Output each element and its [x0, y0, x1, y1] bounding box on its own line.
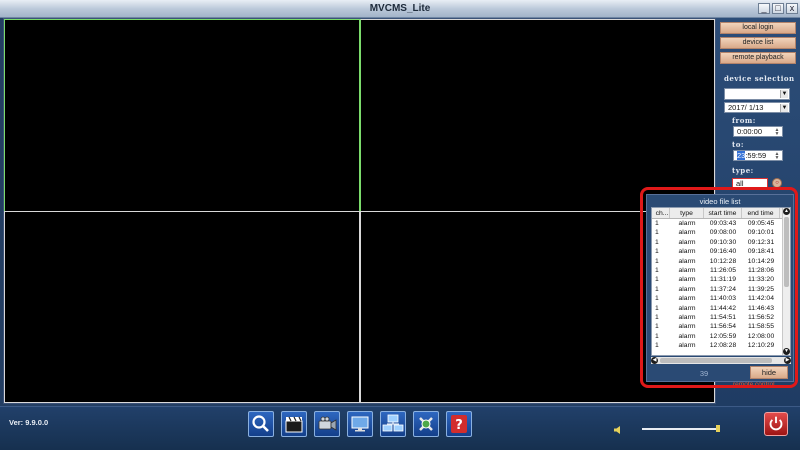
camera-button[interactable] [314, 411, 340, 437]
from-label: from: [732, 116, 756, 125]
type-label: type: [732, 166, 754, 175]
network-button[interactable] [380, 411, 406, 437]
clapperboard-icon [285, 416, 303, 433]
monitor-icon [351, 416, 369, 432]
highlight-frame [640, 187, 798, 388]
from-time-field[interactable]: 0:00:00 ▲ ▼ [733, 126, 783, 137]
version-label: Ver: 9.9.0.0 [9, 418, 49, 427]
settings-button[interactable] [413, 411, 439, 437]
settings-icon [419, 417, 433, 431]
minimize-button[interactable]: _ [758, 3, 770, 14]
device-list-button[interactable]: device list [720, 37, 796, 49]
spinner-icon[interactable]: ▲ ▼ [773, 128, 781, 137]
power-icon [769, 416, 783, 431]
spinner-icon[interactable]: ▲ ▼ [773, 152, 781, 161]
chevron-down-icon: ▼ [780, 104, 788, 112]
local-login-button[interactable]: local login [720, 22, 796, 34]
help-button[interactable]: ? [446, 411, 472, 437]
app-window: MVCMS_Lite _ □ x local login device list… [0, 0, 800, 450]
video-channel-3[interactable] [4, 211, 360, 403]
close-button[interactable]: x [786, 3, 798, 14]
device-selection-label: device selection [724, 74, 795, 83]
window-title: MVCMS_Lite [369, 3, 431, 14]
chevron-down-icon: ▼ [780, 90, 788, 98]
title-bar: MVCMS_Lite _ □ x [0, 0, 800, 18]
video-channel-1[interactable] [4, 19, 360, 212]
search-button[interactable] [248, 411, 274, 437]
video-channel-2[interactable] [360, 19, 715, 212]
remote-playback-button[interactable]: remote playback [720, 52, 796, 64]
network-icon [382, 414, 404, 432]
to-time-rest: :59:59 [745, 151, 767, 160]
svg-text:?: ? [455, 418, 463, 433]
to-time-field[interactable]: 23:59:59 ▲ ▼ [733, 150, 783, 161]
device-dropdown[interactable]: ▼ [724, 88, 790, 100]
volume-slider-thumb[interactable] [716, 425, 720, 432]
power-button[interactable] [764, 412, 788, 436]
search-icon [252, 415, 269, 432]
maximize-button[interactable]: □ [772, 3, 784, 14]
monitor-button[interactable] [347, 411, 373, 437]
from-time-value: 0:00:00 [737, 127, 763, 136]
date-value: 2017/ 1/13 [728, 103, 764, 112]
video-grid [3, 18, 716, 404]
camera-icon [318, 416, 337, 431]
volume-slider[interactable] [642, 428, 718, 430]
to-label: to: [732, 140, 744, 149]
date-picker[interactable]: 2017/ 1/13 ▼ [724, 102, 790, 113]
speaker-icon[interactable] [613, 425, 623, 435]
bottom-toolbar: Ver: 9.9.0.0 ? [0, 406, 800, 450]
playback-button[interactable] [281, 411, 307, 437]
help-icon: ? [451, 415, 467, 433]
